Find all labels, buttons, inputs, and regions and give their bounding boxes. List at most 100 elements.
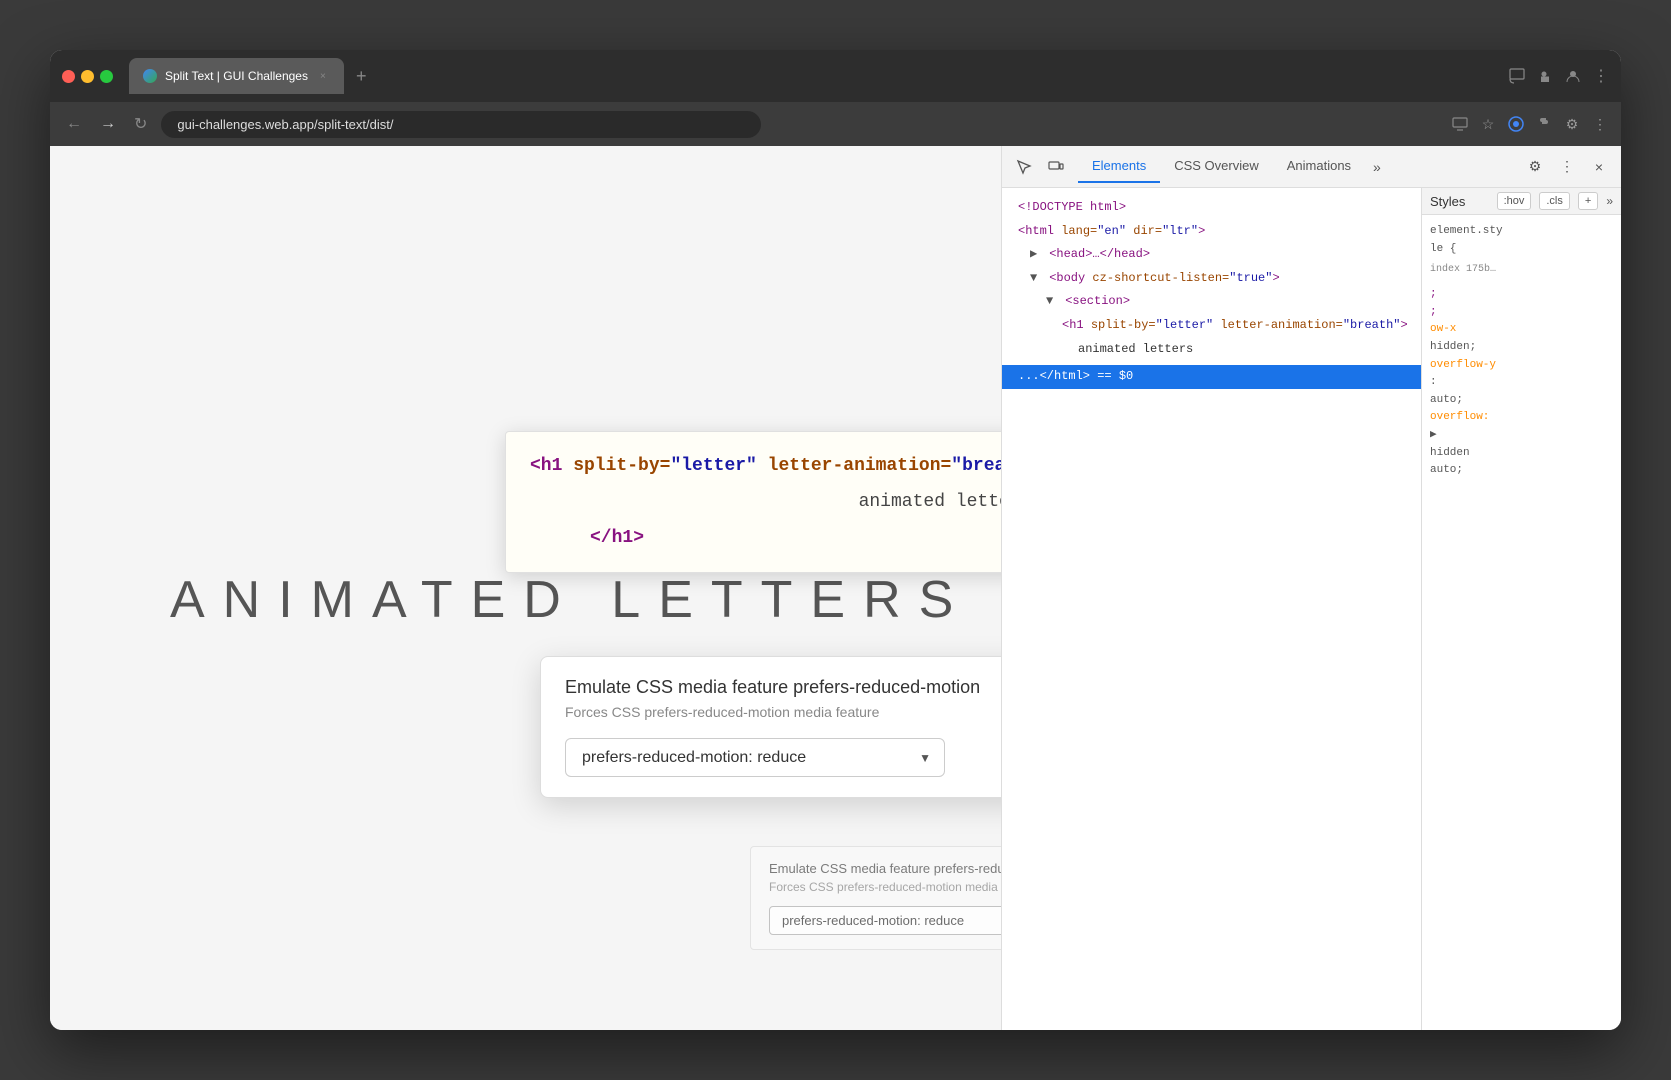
code-line-1: <h1 split-by="letter" letter-animation="… bbox=[530, 448, 1001, 484]
bookmark-icon[interactable]: ☆ bbox=[1479, 115, 1497, 133]
minimize-window-button[interactable] bbox=[81, 70, 94, 83]
styles-panel: Styles :hov .cls + » element.style { ind… bbox=[1421, 188, 1621, 1030]
reduced-motion-select[interactable]: prefers-reduced-motion: reduce prefers-r… bbox=[565, 738, 945, 777]
more-options-icon[interactable]: ⋮ bbox=[1593, 68, 1609, 84]
screen-cast-icon[interactable] bbox=[1451, 115, 1469, 133]
settings-icon[interactable]: ⚙ bbox=[1563, 115, 1581, 133]
title-bar: Split Text | GUI Challenges × + bbox=[50, 50, 1621, 102]
inspect-element-button[interactable] bbox=[1010, 153, 1038, 181]
styles-more-button[interactable]: » bbox=[1606, 194, 1613, 208]
dom-tree: <!DOCTYPE html> <html lang="en" dir="ltr… bbox=[1002, 188, 1421, 1030]
dom-selected-marker: == $0 bbox=[1097, 369, 1133, 383]
styles-content: element.style { index 175b… ; ; ow-x hid… bbox=[1422, 215, 1621, 488]
puzzle-icon[interactable] bbox=[1535, 115, 1553, 133]
bg-popover-select-wrapper: prefers-reduced-motion: reduce ▼ bbox=[769, 906, 1001, 935]
attr-lang-val: "en" bbox=[1097, 224, 1126, 238]
h1-tag-bracket: > bbox=[1400, 318, 1407, 332]
head-tag: <head>…</head> bbox=[1049, 247, 1150, 261]
tab-close-button[interactable]: × bbox=[316, 69, 330, 83]
add-style-button[interactable]: + bbox=[1578, 192, 1598, 210]
dom-line-h1-text[interactable]: animated letters bbox=[1002, 338, 1421, 362]
chrome-cast-icon[interactable] bbox=[1509, 68, 1525, 84]
content-area: ANIMATED LETTERS <h1 split-by="letter" l… bbox=[50, 146, 1621, 1030]
attr-split-by: split-by= bbox=[562, 456, 670, 476]
tab-label: Split Text | GUI Challenges bbox=[165, 69, 308, 83]
tab-bar: Split Text | GUI Challenges × + bbox=[129, 58, 1501, 94]
style-line-hidden2: hidden bbox=[1430, 445, 1613, 463]
style-line-1: ; bbox=[1430, 286, 1613, 304]
new-tab-button[interactable]: + bbox=[348, 62, 375, 91]
dom-line-html-close[interactable]: ...</html> == $0 bbox=[1002, 365, 1421, 389]
hov-button[interactable]: :hov bbox=[1497, 192, 1532, 210]
reload-button[interactable]: ↻ bbox=[130, 110, 151, 138]
devtools-tab-css-overview[interactable]: CSS Overview bbox=[1160, 150, 1273, 183]
cls-button[interactable]: .cls bbox=[1539, 192, 1570, 210]
attr-dir-val: "ltr" bbox=[1162, 224, 1198, 238]
body-tag-close-bracket: > bbox=[1272, 271, 1279, 285]
code-line-2: animated letters bbox=[530, 484, 1001, 520]
style-line-colon: : bbox=[1430, 374, 1613, 392]
emulate-popover-background: Emulate CSS media feature prefers-reduce… bbox=[750, 846, 1001, 950]
style-line-auto: auto; bbox=[1430, 392, 1613, 410]
animated-letters-heading: ANIMATED LETTERS bbox=[170, 570, 971, 630]
style-line-overflow-y: overflow-y bbox=[1430, 357, 1613, 375]
dom-line-body[interactable]: ▼ <body cz-shortcut-listen="true"> bbox=[1002, 267, 1421, 291]
close-window-button[interactable] bbox=[62, 70, 75, 83]
styles-toolbar: Styles :hov .cls + » bbox=[1422, 188, 1621, 215]
h1-attr-letter-anim-val: "breath" bbox=[1343, 318, 1401, 332]
h1-attr-letter-anim: letter-animation= bbox=[1213, 318, 1343, 332]
devtools-right-icons: ⚙ ⋮ × bbox=[1521, 153, 1613, 181]
index-indicator: index 175b… bbox=[1430, 262, 1613, 278]
emulate-popover: × Emulate CSS media feature prefers-redu… bbox=[540, 656, 1001, 798]
attr-letter-animation: letter-animation= bbox=[757, 456, 951, 476]
bg-reduced-motion-select[interactable]: prefers-reduced-motion: reduce bbox=[769, 906, 1001, 935]
body-tag-open: <body bbox=[1049, 271, 1092, 285]
devtools-settings-button[interactable]: ⚙ bbox=[1521, 153, 1549, 181]
h1-text: animated letters bbox=[1078, 342, 1193, 356]
style-line-triangle: ▶ bbox=[1430, 427, 1613, 445]
code-line-3: </h1> bbox=[530, 520, 1001, 556]
bg-popover-subtitle: Forces CSS prefers-reduced-motion media … bbox=[769, 880, 1001, 894]
dom-line-head[interactable]: ▶ <head>…</head> bbox=[1002, 243, 1421, 267]
dom-line-doctype[interactable]: <!DOCTYPE html> bbox=[1002, 196, 1421, 220]
address-bar-icons: ☆ ⚙ ⋮ bbox=[1451, 115, 1609, 133]
maximize-window-button[interactable] bbox=[100, 70, 113, 83]
devtools-more-options-button[interactable]: ⋮ bbox=[1553, 153, 1581, 181]
popover-subtitle: Forces CSS prefers-reduced-motion media … bbox=[565, 704, 1001, 720]
dom-line-h1[interactable]: <h1 split-by="letter" letter-animation="… bbox=[1002, 314, 1421, 338]
devtools-tab-animations[interactable]: Animations bbox=[1273, 150, 1365, 183]
menu-icon[interactable]: ⋮ bbox=[1591, 115, 1609, 133]
dom-line-html[interactable]: <html lang="en" dir="ltr"> bbox=[1002, 220, 1421, 244]
tab-favicon bbox=[143, 69, 157, 83]
device-toolbar-button[interactable] bbox=[1042, 153, 1070, 181]
back-button[interactable]: ← bbox=[62, 111, 86, 137]
devtools-more-tabs[interactable]: » bbox=[1365, 155, 1389, 179]
head-expand-triangle[interactable]: ▶ bbox=[1030, 244, 1042, 266]
chrome-icon[interactable] bbox=[1507, 115, 1525, 133]
popover-title: Emulate CSS media feature prefers-reduce… bbox=[565, 677, 1001, 698]
devtools-tab-elements[interactable]: Elements bbox=[1078, 150, 1160, 183]
browser-tab-active[interactable]: Split Text | GUI Challenges × bbox=[129, 58, 344, 94]
forward-button[interactable]: → bbox=[96, 111, 120, 137]
section-expand-triangle[interactable]: ▼ bbox=[1046, 291, 1058, 313]
elements-panel: <!DOCTYPE html> <html lang="en" dir="ltr… bbox=[1002, 188, 1621, 1030]
devtools-toolbar: Elements CSS Overview Animations » ⚙ ⋮ × bbox=[1002, 146, 1621, 188]
attr-split-by-val: "letter" bbox=[670, 456, 756, 476]
html-tag: <html bbox=[1018, 224, 1061, 238]
extensions-icon[interactable] bbox=[1537, 68, 1553, 84]
address-bar: ← → ↻ ☆ ⚙ ⋮ bbox=[50, 102, 1621, 146]
h1-text-content: animated letters bbox=[859, 492, 1001, 512]
devtools-close-button[interactable]: × bbox=[1585, 153, 1613, 181]
section-tag: <section> bbox=[1065, 294, 1130, 308]
style-line-overflow-x: ow-x bbox=[1430, 321, 1613, 339]
styles-label: Styles bbox=[1430, 194, 1489, 209]
webpage: ANIMATED LETTERS <h1 split-by="letter" l… bbox=[50, 146, 1001, 1030]
body-expand-triangle[interactable]: ▼ bbox=[1030, 268, 1042, 290]
profile-icon[interactable] bbox=[1565, 68, 1581, 84]
tag-h1-close: </h1> bbox=[590, 528, 644, 548]
h1-tag-open: <h1 bbox=[1062, 318, 1091, 332]
style-line-hidden: hidden; bbox=[1430, 339, 1613, 357]
address-input[interactable] bbox=[161, 111, 761, 138]
dom-line-section[interactable]: ▼ <section> bbox=[1002, 290, 1421, 314]
attr-dir: dir= bbox=[1126, 224, 1162, 238]
